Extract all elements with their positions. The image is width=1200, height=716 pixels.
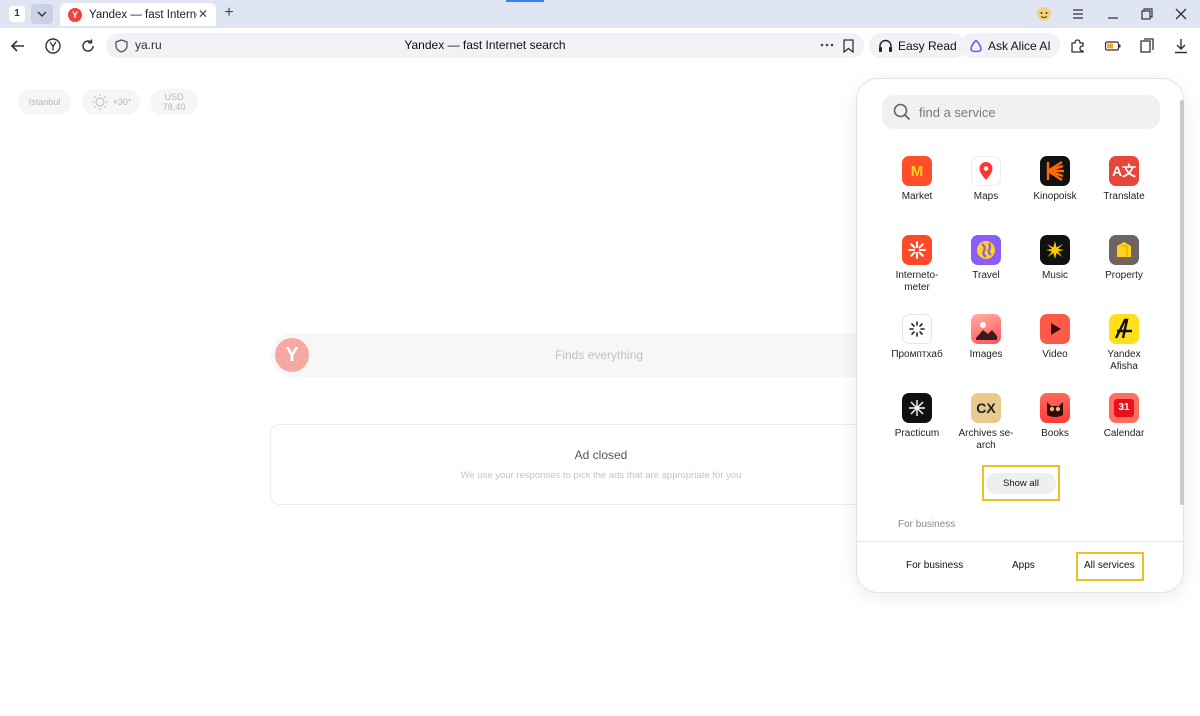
main-search-bar[interactable]: Y Finds everything [271,333,871,377]
restore-icon[interactable] [1139,6,1155,22]
service-music[interactable]: Music [1019,235,1091,282]
tab-list-button[interactable] [31,4,53,24]
easy-read-label: Easy Read [898,38,957,53]
service-search-input[interactable]: find a service [882,95,1160,129]
address-bar: ya.ru Yandex — fast Internet search Easy… [0,28,1200,63]
tab-all-services[interactable]: All services [1084,560,1135,571]
battery-icon[interactable] [1104,37,1122,55]
more-dots-icon[interactable] [820,43,834,47]
alice-icon [970,39,982,52]
service-market[interactable]: M Market [881,156,953,203]
bookmark-icon[interactable] [843,39,854,53]
weather-temp: +30° [112,97,132,107]
service-video[interactable]: Video [1019,314,1091,361]
city-name: Istanbul [28,97,61,107]
search-placeholder: Finds everything [555,348,644,362]
yandex-logo-icon: Y [275,338,309,372]
tab-strip-accent [506,0,544,2]
books-icon [1040,393,1070,423]
currency-value: 78,40 [162,102,186,112]
services-panel: find a service M Market Maps Kinopoisk A… [856,78,1184,593]
service-search-placeholder: find a service [919,105,996,120]
service-archives[interactable]: CX Archives se- arch [950,393,1022,452]
close-tab-icon[interactable]: ✕ [198,7,208,21]
service-books[interactable]: Books [1019,393,1091,440]
service-calendar[interactable]: 31 Calendar [1088,393,1160,440]
calendar-icon: 31 [1109,393,1139,423]
yandex-browser-icon[interactable] [44,37,62,55]
close-window-icon[interactable] [1173,6,1189,22]
practicum-icon [902,393,932,423]
afisha-icon [1109,314,1139,344]
service-prompthub[interactable]: Промптхаб [881,314,953,361]
travel-icon [971,235,1001,265]
sun-icon [91,94,108,110]
chevron-down-icon [37,11,47,17]
service-afisha[interactable]: Yandex Afisha [1088,314,1160,373]
yandex-favicon-icon: Y [68,7,82,22]
minimize-icon[interactable] [1105,6,1121,22]
service-practicum[interactable]: Practicum [881,393,953,440]
ad-closed-note: We use your responses to pick the ads th… [460,470,742,481]
archives-icon: CX [971,393,1001,423]
back-arrow-icon[interactable] [9,37,27,55]
page-scrollbar[interactable] [1180,100,1184,505]
menu-icon[interactable] [1070,6,1086,22]
tab-bar: 1 Y Yandex — fast Internet search ✕ + [0,0,1200,28]
tab-for-business[interactable]: For business [906,560,963,571]
search-icon [893,103,911,121]
service-property[interactable]: Property [1088,235,1160,282]
headphones-icon [879,39,892,52]
currency-widget[interactable]: USD 78,40 [150,89,198,115]
ask-alice-button[interactable]: Ask Alice AI [960,33,1060,58]
service-maps[interactable]: Maps [950,156,1022,203]
panel-divider [857,541,1183,542]
ask-alice-label: Ask Alice AI [988,38,1051,53]
omnibox[interactable]: ya.ru Yandex — fast Internet search [106,33,864,58]
active-tab[interactable]: Y Yandex — fast Internet search ✕ [60,3,216,26]
show-all-button[interactable]: Show all [986,473,1056,494]
service-translate[interactable]: A文 Translate [1088,156,1160,203]
tab-apps[interactable]: Apps [1012,560,1035,571]
tab-count-button[interactable]: 1 [9,6,25,22]
translate-icon: A文 [1109,156,1139,186]
service-kinopoisk[interactable]: Kinopoisk [1019,156,1091,203]
ad-closed-card: Ad closed We use your responses to pick … [270,424,870,505]
kinopoisk-icon [1040,156,1070,186]
property-icon [1109,235,1139,265]
avatar-icon[interactable] [1036,6,1052,22]
new-tab-plus-icon[interactable]: + [221,5,237,21]
music-icon [1040,235,1070,265]
internetometer-icon [902,235,932,265]
collections-icon[interactable] [1138,37,1156,55]
easy-read-button[interactable]: Easy Read [869,33,966,58]
ad-closed-title: Ad closed [574,448,628,462]
for-business-section-label: For business [898,519,956,530]
reload-icon[interactable] [79,37,97,55]
maps-icon [971,156,1001,186]
service-images[interactable]: Images [950,314,1022,361]
weather-widget[interactable]: +30° [82,89,140,115]
currency-name: USD [164,92,184,102]
page-title-in-omnibox: Yandex — fast Internet search [404,38,566,52]
tab-title: Yandex — fast Internet search [89,8,197,21]
download-icon[interactable] [1172,37,1190,55]
calendar-day: 31 [1114,399,1134,417]
market-icon: M [902,156,932,186]
prompthub-icon [902,314,932,344]
city-widget[interactable]: Istanbul [18,89,71,115]
video-icon [1040,314,1070,344]
images-icon [971,314,1001,344]
extensions-puzzle-icon[interactable] [1069,37,1087,55]
service-internetometer[interactable]: Interneto- meter [881,235,953,294]
service-travel[interactable]: Travel [950,235,1022,282]
